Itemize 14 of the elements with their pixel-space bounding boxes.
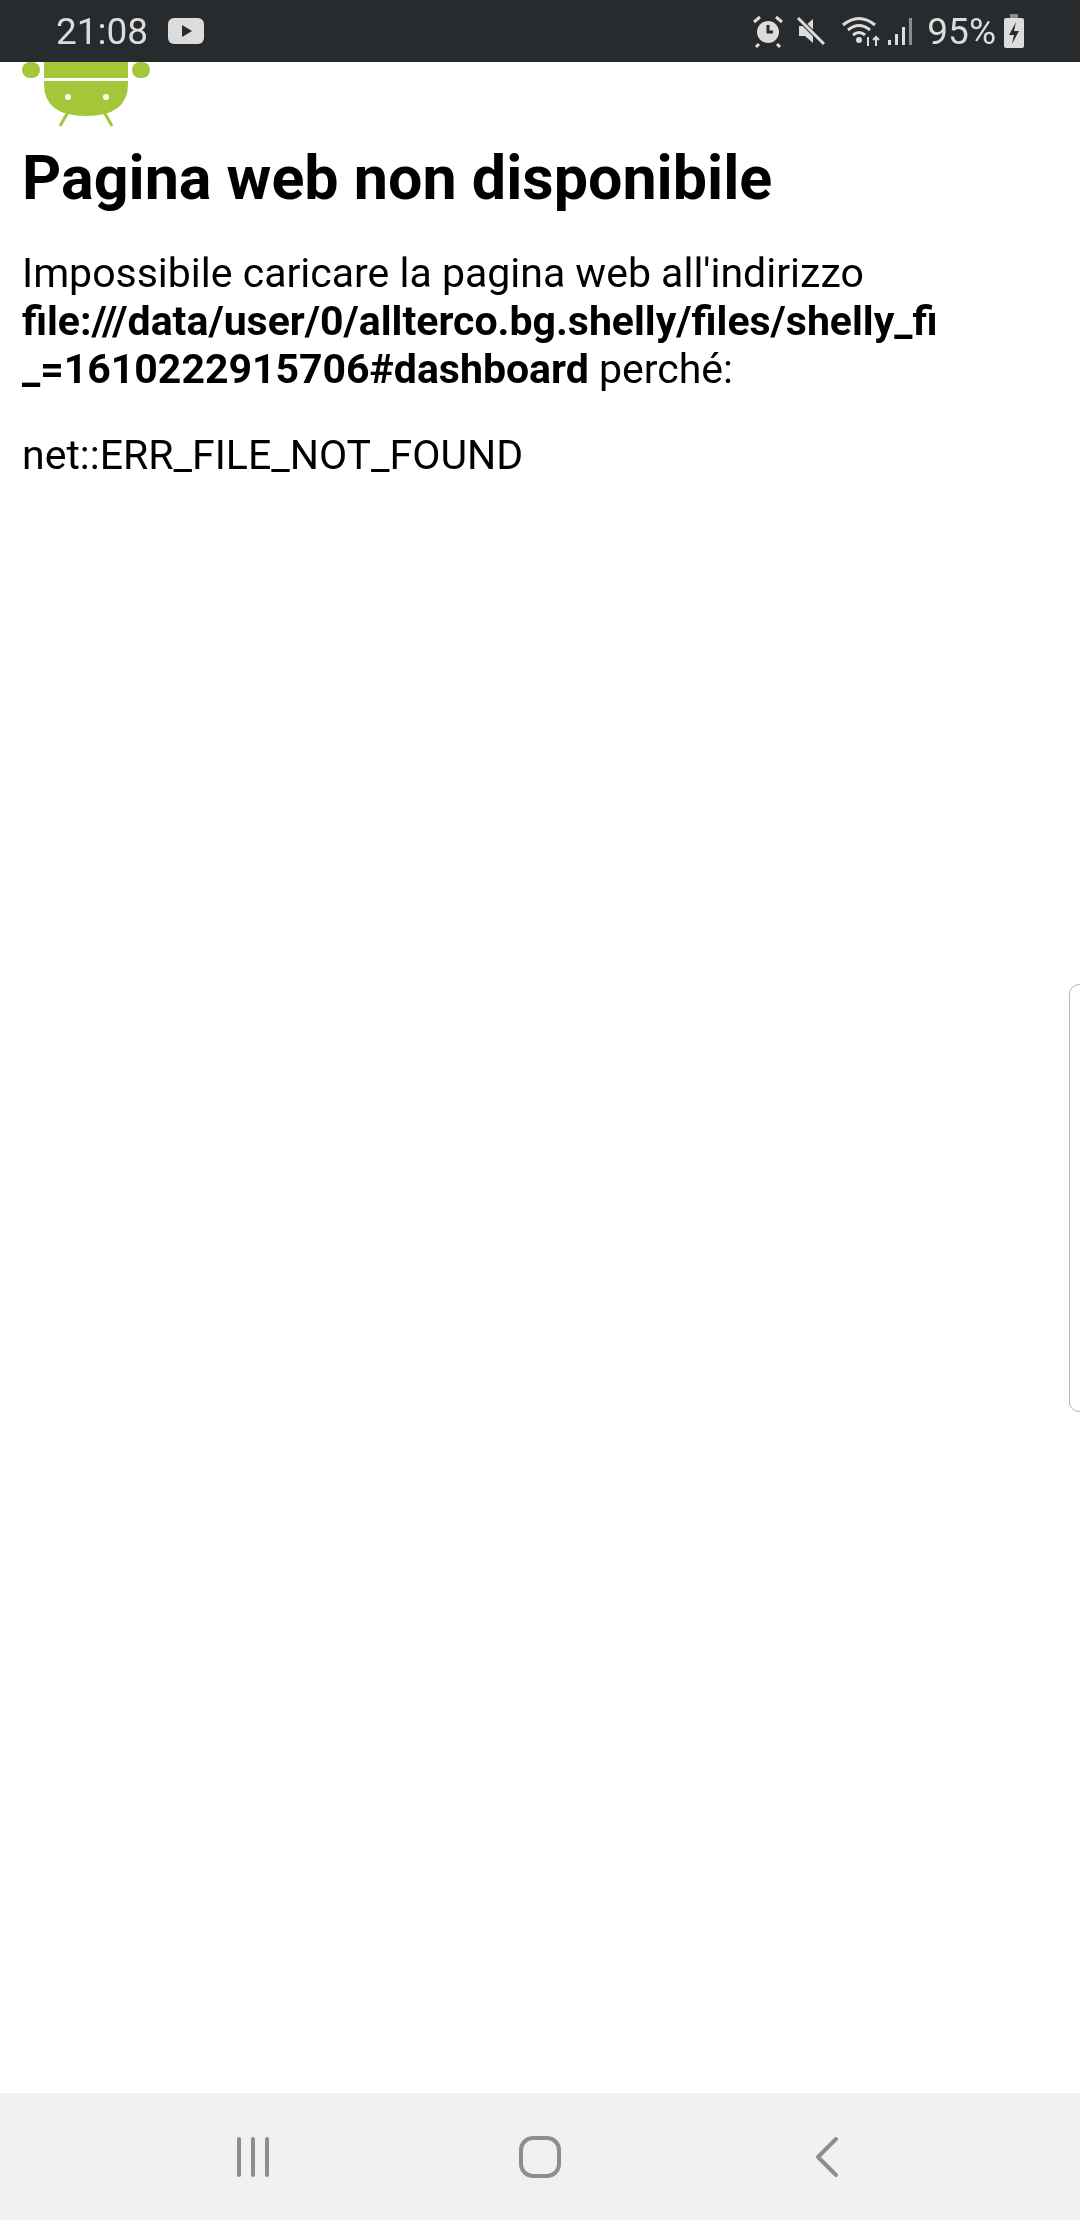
back-icon — [813, 2135, 840, 2178]
battery-charging-icon — [1004, 14, 1024, 48]
clock-time: 21:08 — [56, 12, 149, 50]
mute-icon — [795, 15, 828, 47]
wifi-icon — [841, 15, 882, 47]
error-code: net::ERR_FILE_NOT_FOUND — [22, 431, 525, 480]
edge-panel-handle[interactable] — [1069, 984, 1080, 1412]
battery-percentage: 95% — [927, 12, 996, 50]
play-icon — [168, 18, 205, 44]
page-title: Pagina web non disponibile — [22, 142, 774, 216]
home-icon — [518, 2134, 562, 2179]
android-robot-icon — [22, 62, 150, 128]
alarm-icon — [751, 14, 786, 48]
error-message: Impossibile caricare la pagina web all'indirizzo file:///data/user/0/allterco.bg.shelly/files/shelly_fi _=1610222915706#dashboard perché: — [22, 249, 939, 394]
